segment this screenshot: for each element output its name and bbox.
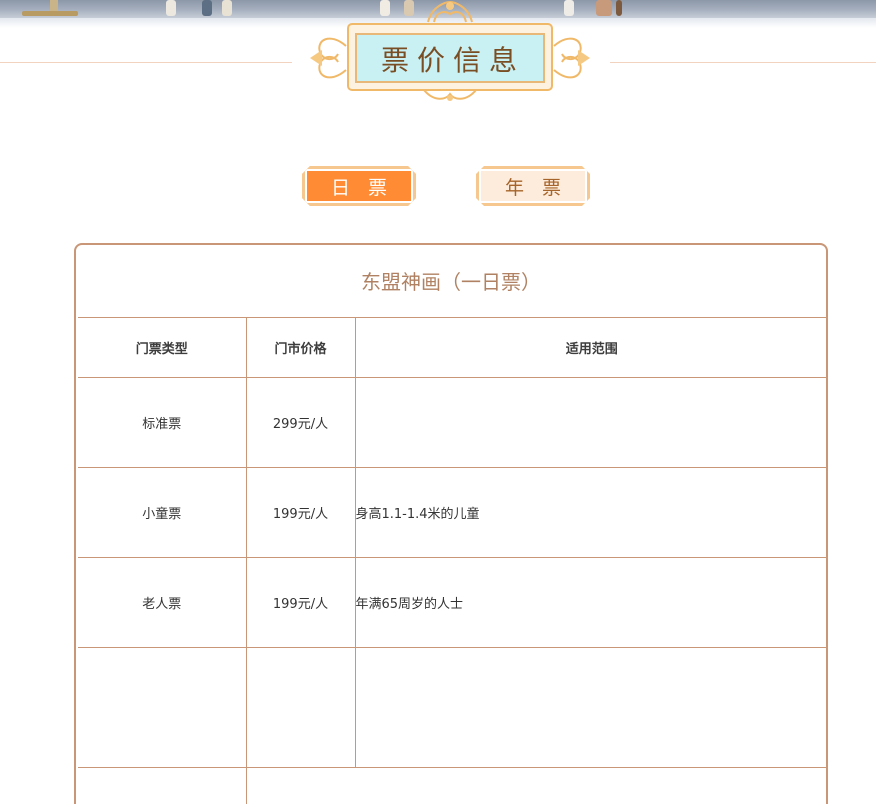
price-cell: 199元/人: [245, 467, 356, 558]
table-row: 老人票 199元/人 年满65周岁的人士: [78, 557, 828, 648]
title-divider-left: [0, 62, 292, 63]
ticket-type-cell: 小童票: [78, 467, 247, 558]
scope-cell: [354, 377, 828, 468]
table-header-row: 门票类型 门市价格 适用范围: [78, 317, 828, 378]
scope-cell: 身高1.1-1.4米的儿童: [354, 467, 828, 558]
empty-cell: [78, 767, 247, 804]
table-row-empty: [78, 647, 828, 768]
visitor-figure: [166, 0, 176, 16]
tab-day-ticket-label: 日 票: [330, 176, 394, 199]
ticket-type-cell: 老人票: [78, 557, 247, 648]
table-row: 标准票 299元/人: [78, 377, 828, 468]
empty-cell: [78, 647, 247, 768]
empty-cell: [245, 647, 356, 768]
ticket-table-title: 东盟神画（一日票）: [361, 270, 541, 294]
tab-annual-ticket[interactable]: 年 票: [476, 166, 590, 206]
visitor-figure: [202, 0, 212, 16]
empty-cell: [245, 767, 828, 804]
price-cell: 299元/人: [245, 377, 356, 468]
visitor-figure: [616, 0, 622, 16]
visitor-figure: [222, 0, 232, 16]
tab-day-ticket[interactable]: 日 票: [302, 166, 416, 206]
ticket-type-cell: 标准票: [78, 377, 247, 468]
tab-annual-ticket-label: 年 票: [504, 176, 568, 199]
ticket-price-card: 东盟神画（一日票） 门票类型 门市价格 适用范围 标准票 299元/人 小童票 …: [74, 243, 828, 804]
table-row: 小童票 199元/人 身高1.1-1.4米的儿童: [78, 467, 828, 558]
ticket-price-table: 门票类型 门市价格 适用范围 标准票 299元/人 小童票 199元/人 身高1…: [78, 317, 828, 804]
empty-cell: [354, 647, 828, 768]
title-divider-right: [610, 62, 876, 63]
lamp-post-base: [22, 11, 78, 16]
scope-cell: 年满65周岁的人士: [354, 557, 828, 648]
ticket-price-page: 票价信息 日 票 年 票 东盟神画（一日票） 门票类型 门市价格 适用范围 标准…: [0, 0, 876, 804]
price-cell: 199元/人: [245, 557, 356, 648]
column-header-scope: 适用范围: [354, 317, 828, 378]
column-header-price: 门市价格: [245, 317, 356, 378]
column-header-ticket-type: 门票类型: [78, 317, 247, 378]
section-title: 票价信息: [380, 44, 525, 77]
table-row-empty: [78, 767, 828, 804]
